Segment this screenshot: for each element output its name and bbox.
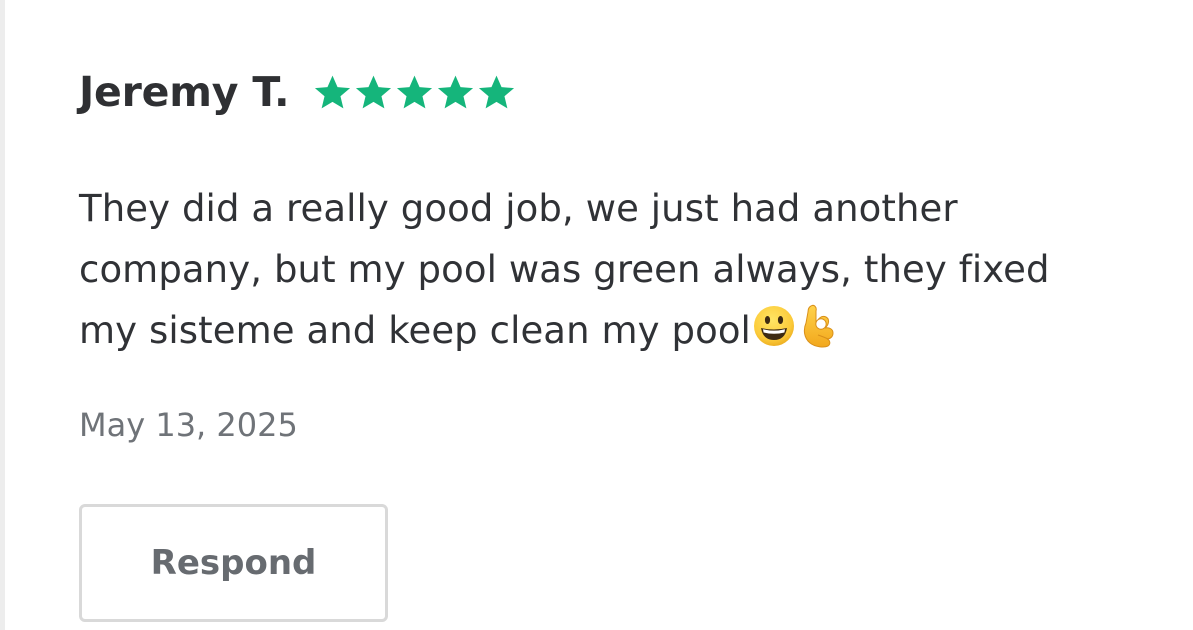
review-text-line: They did a really good job, we just had … (79, 187, 958, 230)
review-text: They did a really good job, we just had … (79, 178, 1119, 361)
grinning-face-emoji-icon (752, 304, 796, 348)
respond-button[interactable]: Respond (79, 504, 388, 622)
star-icon (397, 75, 433, 108)
ok-hand-emoji-icon (797, 302, 845, 348)
star-rating (313, 70, 516, 114)
reviewer-header: Jeremy T. (79, 66, 516, 118)
review-text-line: my sisteme and keep clean my pool (79, 309, 751, 352)
left-border (0, 0, 5, 630)
star-icon (438, 75, 474, 108)
star-icon (479, 75, 515, 108)
star-icon (356, 75, 392, 108)
review-text-line: company, but my pool was green always, t… (79, 248, 1050, 291)
star-icon (315, 75, 351, 108)
review-card: Jeremy T. They did a really good job, we… (79, 0, 1159, 630)
review-date: May 13, 2025 (79, 406, 298, 444)
reviewer-name: Jeremy T. (79, 67, 290, 116)
